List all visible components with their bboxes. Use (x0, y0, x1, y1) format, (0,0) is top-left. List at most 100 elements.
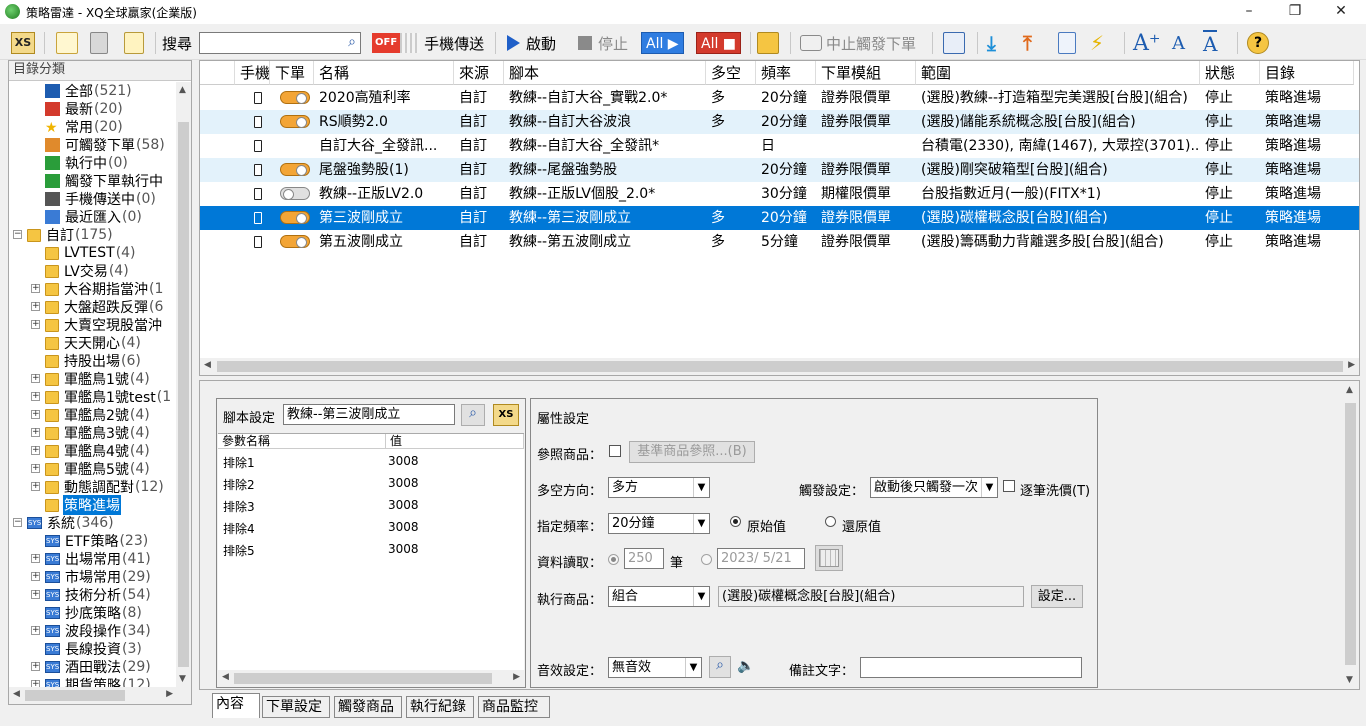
import-button[interactable] (757, 31, 779, 55)
tree-expander-icon[interactable]: + (31, 572, 40, 581)
script-edit-xs-button[interactable]: XS (493, 404, 519, 426)
tree-expander-icon[interactable]: + (31, 392, 40, 401)
column-header-3[interactable]: 來源 (454, 61, 504, 85)
column-header-9[interactable]: 狀態 (1200, 61, 1260, 85)
tab-1[interactable]: 下單設定 (262, 696, 330, 718)
copy-button[interactable] (124, 31, 144, 55)
tree-expander-icon[interactable]: + (31, 464, 40, 473)
download-button[interactable]: ⤓ (987, 31, 996, 55)
tree-item-29[interactable]: SYS 抄底策略 (8) (45, 604, 142, 622)
stop-all-button[interactable]: All ■ (696, 31, 742, 55)
param-name[interactable]: 排除4 (223, 520, 255, 537)
report-button[interactable] (943, 31, 965, 55)
tree-item-26[interactable]: + SYS 出場常用 (41) (31, 550, 151, 568)
cancel-trigger-order-button[interactable]: 中止觸發下單 (800, 31, 916, 55)
reference-product-button[interactable]: 基準商品參照...(B) (629, 441, 755, 463)
tree-item-0[interactable]: 全部 (521) (45, 82, 132, 100)
tree-item-20[interactable]: + 軍艦鳥4號 (4) (31, 442, 150, 460)
column-header-0[interactable]: 手機 (235, 61, 270, 85)
tree-item-11[interactable]: + 大谷期指當沖 (1 (31, 280, 163, 298)
restore-value-radio[interactable] (825, 516, 836, 527)
tree-expander-icon[interactable]: + (31, 410, 40, 419)
xs-editor-button[interactable]: XS (11, 31, 35, 55)
frequency-select[interactable]: 20分鐘 ▼ (608, 513, 710, 534)
tab-0[interactable]: 內容 (212, 693, 260, 718)
tab-2[interactable]: 觸發商品 (334, 696, 402, 718)
order-toggle-switch[interactable] (280, 115, 310, 128)
table-row[interactable]: 第三波剛成立 自訂 教練--第三波剛成立 多 20分鐘 證券限價單 (選股)碳權概念股[台股… (200, 206, 1359, 230)
detail-vertical-scrollbar[interactable]: ▲ ▼ (1342, 381, 1359, 689)
tree-item-3[interactable]: 可觸發下單 (58) (45, 136, 165, 154)
tree-item-32[interactable]: + SYS 酒田戰法 (29) (31, 658, 151, 676)
tree-expander-icon[interactable]: + (31, 590, 40, 599)
table-row[interactable]: 第五波剛成立 自訂 教練--第五波剛成立 多 5分鐘 證券限價單 (選股)籌碼動力背離選多股… (200, 230, 1359, 254)
param-name[interactable]: 排除2 (223, 476, 255, 493)
mobile-phone-icon[interactable] (254, 236, 262, 248)
restore-button[interactable]: ❐ (1272, 0, 1318, 24)
table-row[interactable]: 2020高殖利率 自訂 教練--自訂大谷_實戰2.0* 多 20分鐘 證券限價單 (選股)教… (200, 86, 1359, 110)
param-value[interactable]: 3008 (388, 520, 419, 534)
tick-wash-checkbox[interactable] (1003, 480, 1015, 492)
tab-4[interactable]: 商品監控 (478, 696, 550, 718)
param-name[interactable]: 排除5 (223, 542, 255, 559)
tree-item-18[interactable]: + 軍艦鳥2號 (4) (31, 406, 150, 424)
mobile-phone-icon[interactable] (254, 188, 262, 200)
sound-search-button[interactable]: ⌕ (709, 656, 731, 678)
mobile-phone-icon[interactable] (254, 116, 262, 128)
tree-item-14[interactable]: 天天開心 (4) (45, 334, 141, 352)
tree-expander-icon[interactable]: + (31, 320, 40, 329)
column-header-1[interactable]: 下單 (270, 61, 314, 85)
tree-expander-icon[interactable]: + (31, 482, 40, 491)
help-button[interactable]: ? (1247, 31, 1269, 55)
tree-item-17[interactable]: + 軍艦鳥1號test (1 (31, 388, 171, 406)
param-value[interactable]: 3008 (388, 498, 419, 512)
table-row[interactable]: RS順勢2.0 自訂 教練--自訂大谷波浪 多 20分鐘 證券限價單 (選股)儲能系統概念股… (200, 110, 1359, 134)
order-toggle-switch[interactable] (280, 211, 310, 224)
tree-item-27[interactable]: + SYS 市場常用 (29) (31, 568, 151, 586)
tree-item-23[interactable]: 策略進場 (45, 495, 121, 515)
param-value[interactable]: 3008 (388, 542, 419, 556)
tree-horizontal-scrollbar[interactable]: ◀ ▶ (9, 687, 191, 704)
upload-button[interactable]: ⤒ (1023, 31, 1032, 55)
sound-select[interactable]: 無音效 ▼ (608, 657, 702, 678)
tree-expander-icon[interactable]: − (13, 230, 22, 239)
column-header-2[interactable]: 名稱 (314, 61, 454, 85)
tree-vertical-scrollbar[interactable]: ▲ ▼ (176, 82, 191, 687)
tree-item-30[interactable]: + SYS 波段操作 (34) (31, 622, 151, 640)
tree-expander-icon[interactable]: + (31, 662, 40, 671)
tree-item-8[interactable]: − 自訂 (175) (13, 226, 113, 244)
tree-item-22[interactable]: + 動態調配對 (12) (31, 478, 164, 496)
font-smaller-button[interactable]: A (1172, 31, 1185, 55)
tree-expander-icon[interactable]: + (31, 284, 40, 293)
script-search-button[interactable]: ⌕ (461, 404, 485, 426)
tree-item-9[interactable]: LVTEST (4) (45, 244, 136, 262)
tree-item-2[interactable]: ★ 常用 (20) (45, 118, 123, 136)
calendar-button[interactable] (815, 545, 843, 571)
phone-send-toggle[interactable]: OFF 手機傳送 (372, 31, 484, 55)
speaker-icon[interactable]: 🔈 (737, 658, 754, 674)
param-value[interactable]: 3008 (388, 476, 419, 490)
tree-item-25[interactable]: SYS ETF策略 (23) (45, 532, 148, 550)
tree-item-21[interactable]: + 軍艦鳥5號 (4) (31, 460, 150, 478)
reference-checkbox[interactable] (609, 445, 621, 457)
start-button[interactable]: 啟動 (503, 31, 556, 55)
tree-item-33[interactable]: + SYS 期貨策略 (12) (31, 676, 151, 687)
search-input[interactable]: ⌕ (199, 32, 361, 54)
tree-expander-icon[interactable]: + (31, 554, 40, 563)
data-count-input[interactable]: 250 (624, 548, 664, 569)
order-toggle-switch[interactable] (280, 91, 310, 104)
table-row[interactable]: 教練--正版LV2.0 自訂 教練--正版LV個股_2.0* 30分鐘 期權限價單 台股指… (200, 182, 1359, 206)
mobile-phone-icon[interactable] (254, 140, 262, 152)
start-all-button[interactable]: All ▶ (641, 31, 684, 55)
tree-item-5[interactable]: 觸發下單執行中 (45, 172, 164, 190)
tree-item-15[interactable]: 持股出場 (6) (45, 352, 141, 370)
column-header-4[interactable]: 腳本 (504, 61, 706, 85)
tree-item-10[interactable]: LV交易 (4) (45, 262, 129, 280)
exec-product-select[interactable]: 組合 ▼ (608, 586, 710, 607)
mobile-phone-icon[interactable] (254, 212, 262, 224)
script-name-input[interactable]: 教練--第三波剛成立 (283, 404, 455, 425)
column-header-5[interactable]: 多空 (706, 61, 756, 85)
table-row[interactable]: 自訂大谷_全發訊... 自訂 教練--自訂大谷_全發訊* 日 台積電(2330), 南緯… (200, 134, 1359, 158)
tree-item-4[interactable]: 執行中 (0) (45, 154, 128, 172)
tree-item-1[interactable]: 最新 (20) (45, 100, 123, 118)
